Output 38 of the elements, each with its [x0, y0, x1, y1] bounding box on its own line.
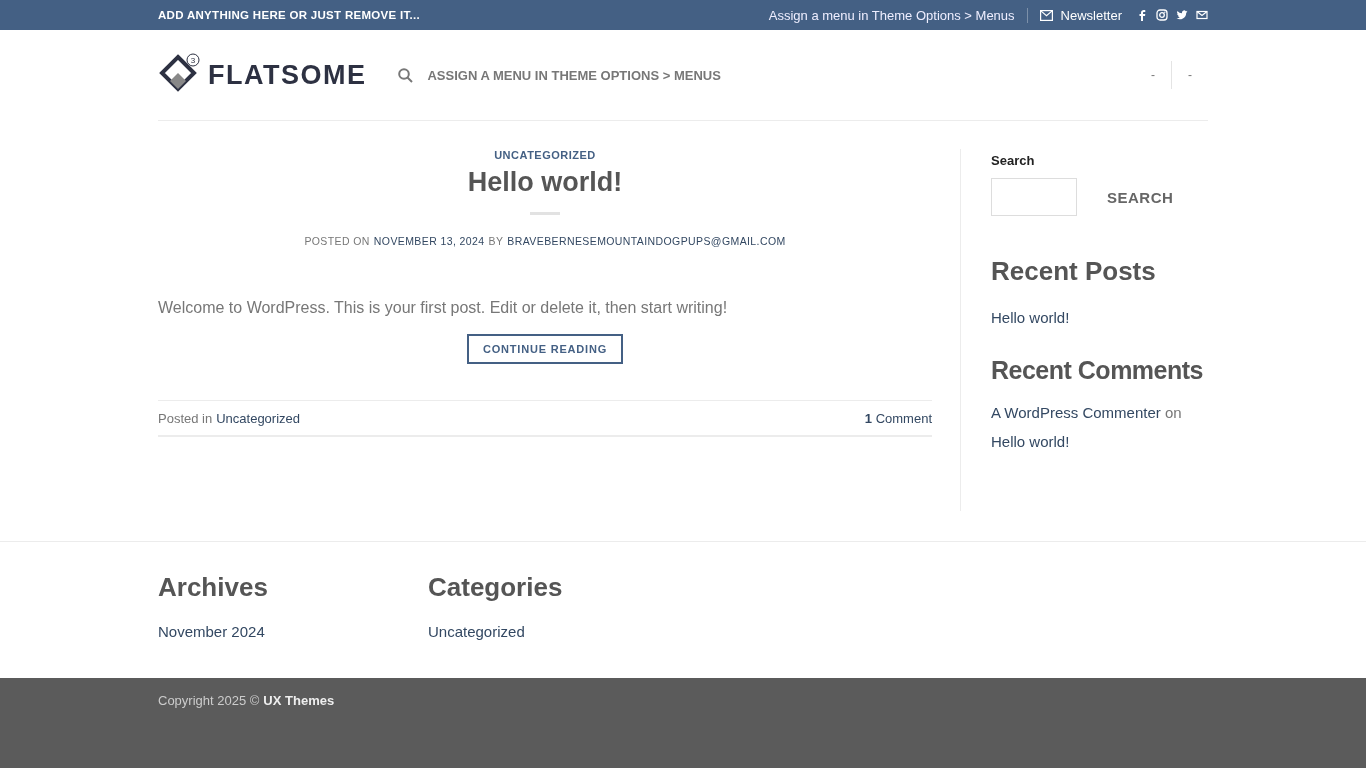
widget-title: Categories [428, 572, 564, 603]
continue-reading-button[interactable]: CONTINUE READING [467, 334, 623, 364]
top-bar-text: ADD ANYTHING HERE OR JUST REMOVE IT... [158, 9, 421, 21]
search-label: Search [991, 153, 1036, 168]
recent-post-link[interactable]: Hello world! [991, 309, 1208, 326]
logo-text[interactable]: FLATSOME [208, 59, 367, 91]
envelope-icon [1039, 9, 1053, 21]
comment-on-text: on [1164, 404, 1182, 421]
post-author[interactable]: BRAVEBERNESEMOUNTAINDOGPUPS@GMAIL.COM [507, 235, 786, 247]
instagram-icon[interactable] [1156, 9, 1168, 21]
widget-link[interactable]: November 2024 [158, 623, 428, 640]
nav-link[interactable]: ASSIGN A MENU IN THEME OPTIONS > MENUS [427, 67, 721, 83]
post-excerpt: Welcome to WordPress. This is your first post. Edit or delete it, then start writing! [158, 299, 729, 317]
copyright-text: Copyright 2025 © [158, 693, 260, 708]
search-field[interactable] [991, 178, 1077, 216]
posted-in-label: Posted in [158, 410, 213, 426]
category-link[interactable]: Uncategorized [216, 410, 301, 426]
comment-post-link[interactable]: Hello world! [991, 433, 1070, 450]
meta-label: POSTED ON [304, 235, 370, 247]
meta-label: BY [488, 235, 504, 247]
widget-title: Archives [158, 572, 269, 603]
widget-title: Recent Comments [991, 355, 1203, 386]
header-link[interactable]: - [1172, 68, 1208, 82]
header-link[interactable]: - [1135, 68, 1171, 82]
comment-author-link[interactable]: A WordPress Commenter [991, 404, 1161, 421]
widget-title: Recent Posts [991, 256, 1157, 287]
bird-icon[interactable] [1176, 9, 1188, 21]
search-button[interactable]: SEARCH [1097, 180, 1184, 214]
post-title[interactable]: Hello world! [467, 167, 623, 198]
widget-link[interactable]: Uncategorized [428, 623, 698, 640]
post-category[interactable]: UNCATEGORIZED [494, 149, 596, 161]
newsletter-link[interactable]: Newsletter [1060, 7, 1122, 23]
post-date[interactable]: NOVEMBER 13, 2024 [373, 235, 485, 247]
search-icon[interactable] [398, 67, 414, 83]
envelope-icon[interactable] [1196, 9, 1208, 21]
comments-link[interactable]: 1 Comment [864, 410, 932, 426]
copyright-brand[interactable]: UX Themes [263, 693, 335, 708]
menu-link[interactable]: Assign a menu in Theme Options > Menus [768, 7, 1015, 23]
